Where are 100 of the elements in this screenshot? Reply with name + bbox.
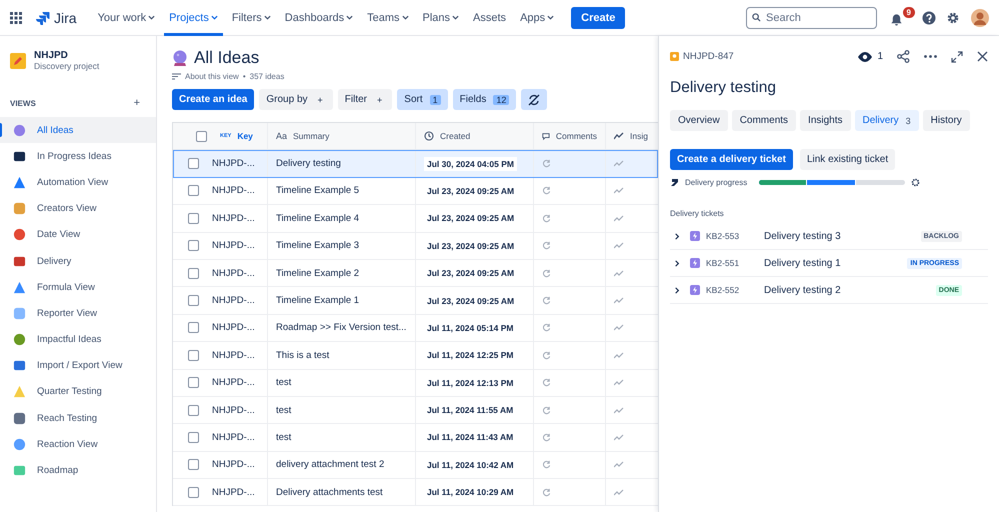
column-header[interactable]: Created [416, 123, 534, 150]
sidebar-item[interactable]: Automation View [0, 169, 156, 196]
toolbar-button[interactable]: Fields 12 [452, 89, 516, 110]
checkbox[interactable] [188, 322, 199, 334]
sidebar-item[interactable]: Formula View [0, 274, 156, 300]
separator: • [242, 72, 246, 81]
create-ticket-button[interactable]: Create a delivery ticket [670, 149, 793, 170]
checkbox[interactable] [188, 404, 199, 416]
sidebar-item[interactable]: Reach Testing [0, 405, 156, 432]
refresh-icon [542, 350, 551, 360]
chevron-icon[interactable] [674, 260, 680, 266]
issue-key[interactable]: NHJPD-847 [683, 51, 734, 62]
checkbox[interactable] [196, 130, 207, 142]
tab[interactable]: History [922, 110, 970, 131]
nav-item[interactable]: Apps [515, 0, 560, 36]
checkbox[interactable] [188, 295, 199, 306]
table-row[interactable]: NHJPD-... Delivery testing Jul 30, 2024 04:05 PM [173, 150, 658, 178]
chevron-icon[interactable] [674, 232, 680, 240]
tab[interactable]: Insights [800, 110, 851, 131]
sidebar-item[interactable]: Delivery [0, 248, 156, 274]
nav-item[interactable]: Assets [468, 0, 512, 36]
tab[interactable]: Comments [732, 110, 796, 131]
share-icon[interactable] [897, 50, 910, 63]
checkbox[interactable] [188, 185, 199, 196]
checkbox[interactable] [188, 350, 199, 361]
checkbox[interactable] [188, 459, 199, 470]
table-row[interactable]: NHJPD-... test Jul 11, 2024 12:13 PM [173, 370, 658, 397]
sidebar-item[interactable]: In Progress Ideas [0, 143, 156, 170]
created-date: Jul 11, 2024 12:25 PM [426, 349, 514, 362]
sidebar-item[interactable]: Roadmap [0, 457, 156, 484]
table-row[interactable]: NHJPD-... delivery attachment test 2 Jul 11, 2024 10:42 AM [173, 452, 658, 480]
column-header[interactable]: Aa Summary [268, 123, 416, 150]
checkbox[interactable] [188, 268, 199, 279]
nav-item[interactable]: Your work [92, 0, 160, 36]
sidebar-item[interactable]: Reporter View [0, 300, 156, 326]
sync-button[interactable] [521, 89, 548, 110]
about-view-link[interactable]: About this view [185, 72, 239, 81]
checkbox[interactable] [188, 432, 199, 443]
close-icon[interactable] [977, 51, 988, 62]
settings-icon[interactable] [911, 178, 920, 187]
checkbox[interactable] [188, 486, 199, 498]
trend-icon [614, 214, 624, 222]
issue-key: NHJPD-... [212, 212, 255, 224]
table-row[interactable]: NHJPD-... Timeline Example 4 Jul 23, 2024 09:25 AM [173, 205, 658, 233]
trend-icon [614, 297, 624, 304]
more-icon[interactable] [924, 55, 937, 58]
table-row[interactable]: NHJPD-... test Jul 11, 2024 11:55 AM [173, 396, 658, 424]
nav-item[interactable]: Plans [418, 0, 464, 36]
tab[interactable]: Delivery 3 [854, 110, 919, 131]
toolbar-button[interactable]: Group by + [259, 89, 333, 110]
nav-item[interactable]: Dashboards [280, 0, 358, 36]
checkbox[interactable] [188, 377, 199, 388]
tab[interactable]: Overview [670, 110, 728, 131]
checkbox[interactable] [188, 240, 199, 252]
table-row[interactable]: NHJPD-... Timeline Example 3 Jul 23, 2024 09:25 AM [173, 232, 658, 260]
toolbar-button[interactable]: Sort 1 [397, 89, 448, 110]
project-icon [10, 52, 26, 68]
nav-item[interactable]: Teams [362, 0, 414, 36]
sidebar-item[interactable]: Creators View [0, 196, 156, 222]
column-title: Summary [293, 131, 330, 142]
table-row[interactable]: NHJPD-... Timeline Example 2 Jul 23, 2024 09:25 AM [173, 260, 658, 288]
app-switcher-icon[interactable] [10, 12, 22, 24]
sidebar-item[interactable]: Quarter Testing [0, 378, 156, 406]
table-row[interactable]: NHJPD-... This is a test Jul 11, 2024 12:25 PM [173, 342, 658, 370]
create-button[interactable]: Create [571, 6, 626, 28]
search-field[interactable]: Search [746, 6, 877, 28]
sidebar-item-label: Quarter Testing [37, 386, 102, 398]
chevron-icon[interactable] [674, 286, 680, 294]
nav-item[interactable]: Filters [226, 0, 276, 36]
summary-cell: Delivery attachments test [276, 486, 383, 498]
checkbox[interactable] [188, 212, 199, 224]
sidebar-item[interactable]: Reaction View [0, 431, 156, 458]
toolbar-button[interactable]: Filter + [338, 89, 392, 110]
sidebar-item[interactable]: Impactful Ideas [0, 326, 156, 353]
link-ticket-button[interactable]: Link existing ticket [800, 149, 896, 170]
sidebar-item-label: Roadmap [37, 465, 78, 476]
avatar-icon[interactable] [971, 8, 989, 26]
table-row[interactable]: NHJPD-... Roadmap >> Fix Version test... Jul 11, 2024 05:14 PM [173, 314, 658, 342]
created-date: Jul 11, 2024 10:29 AM [426, 486, 515, 500]
add-view-button[interactable]: + [134, 97, 140, 109]
create-idea-button[interactable]: Create an idea [172, 89, 254, 110]
eye-icon[interactable] [858, 52, 872, 62]
table-row[interactable]: NHJPD-... test Jul 11, 2024 11:43 AM [173, 424, 658, 452]
checkbox[interactable] [188, 158, 199, 170]
notifications-button[interactable]: 9 [887, 6, 915, 28]
sidebar-item[interactable]: Import / Export View [0, 352, 156, 379]
table-row[interactable]: NHJPD-... Timeline Example 5 Jul 23, 2024 09:25 AM [173, 178, 658, 206]
nav-item[interactable]: Projects [164, 0, 223, 36]
sidebar-item[interactable]: All Ideas [0, 117, 156, 144]
issue-key: NHJPD-... [212, 377, 255, 388]
expand-icon[interactable] [951, 50, 963, 62]
sidebar-item-label: Impactful Ideas [37, 334, 102, 346]
project-name: NHJPD [34, 50, 69, 61]
column-header[interactable]: Comments [534, 123, 606, 150]
crystal-ball-icon [172, 50, 188, 66]
sidebar-item[interactable]: Date View [0, 222, 156, 248]
column-header[interactable]: Insig [606, 123, 658, 150]
table-row[interactable]: NHJPD-... Delivery attachments test Jul 11, 2024 10:29 AM [173, 479, 658, 506]
table-row[interactable]: NHJPD-... Timeline Example 1 Jul 23, 2024 09:25 AM [173, 287, 658, 315]
field-type-label: Aa [276, 131, 288, 142]
